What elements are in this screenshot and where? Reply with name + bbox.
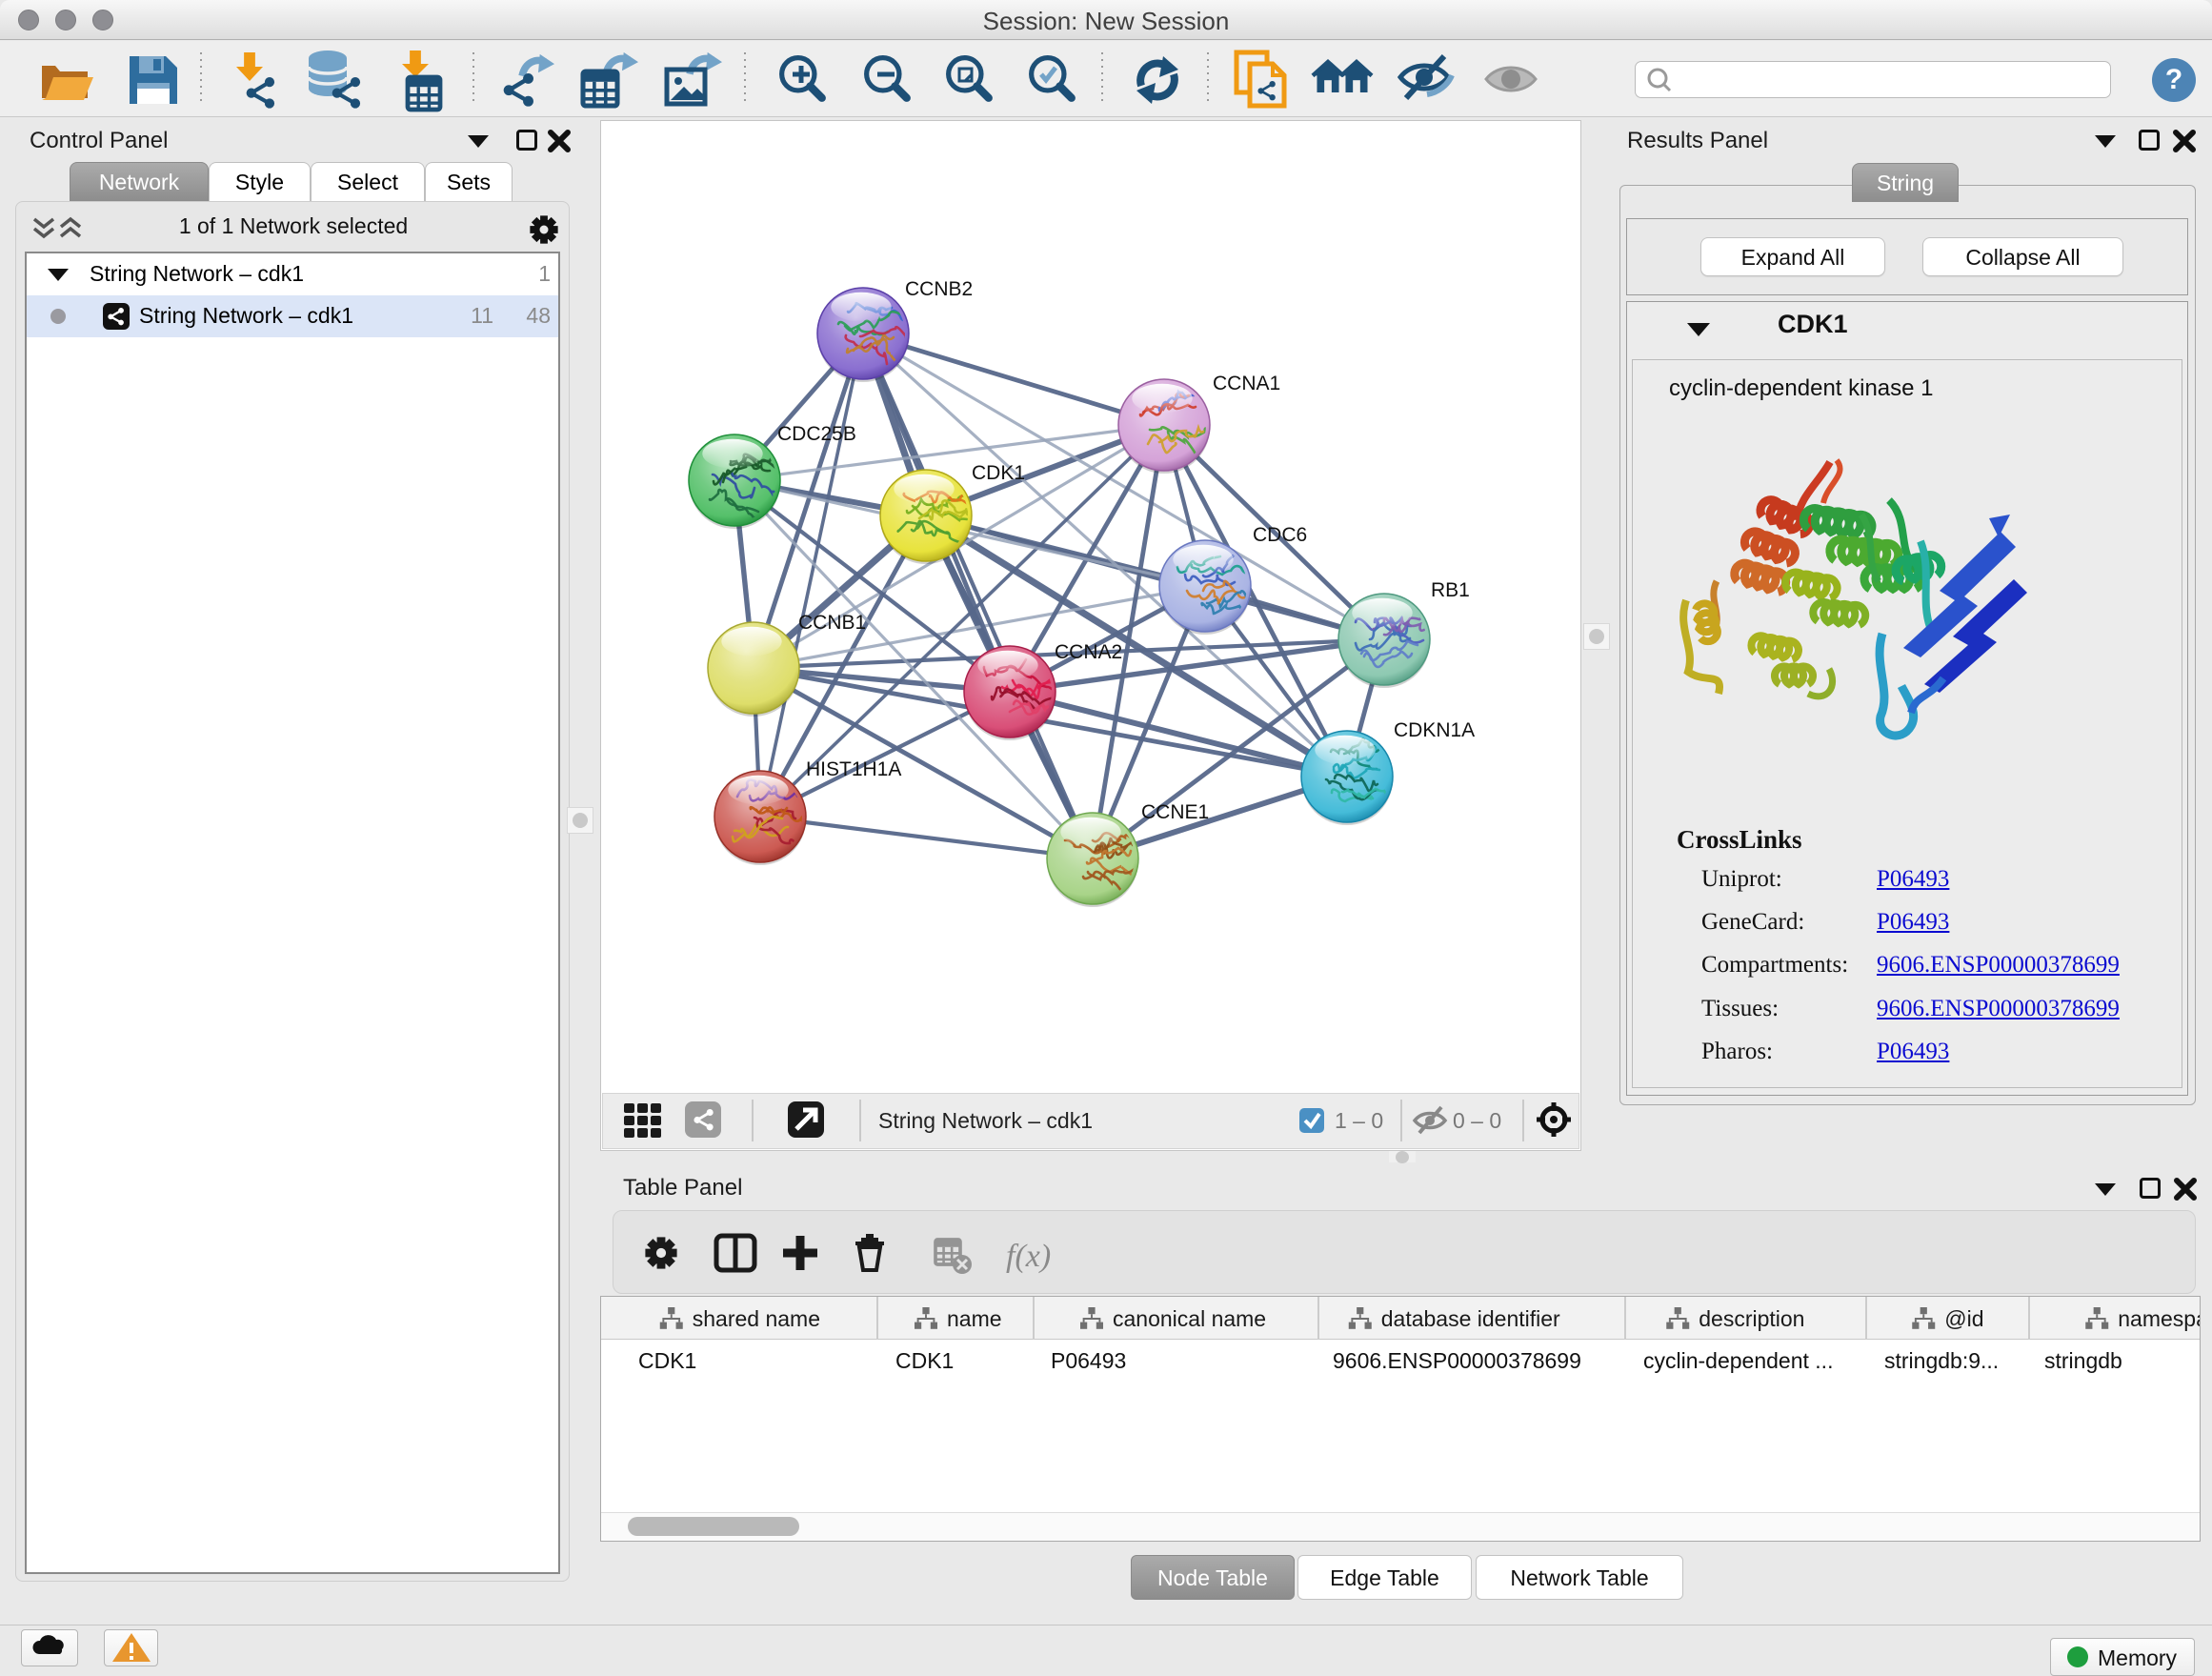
svg-text:name: name — [947, 1306, 1002, 1331]
svg-text:1 – 0: 1 – 0 — [1335, 1108, 1383, 1133]
svg-text:shared name: shared name — [693, 1306, 820, 1331]
svg-text:description: description — [1699, 1306, 1804, 1331]
svg-text:CCNA1: CCNA1 — [1213, 373, 1280, 394]
svg-text:CDKN1A: CDKN1A — [1394, 719, 1475, 741]
svg-text:CCNA2: CCNA2 — [1055, 641, 1122, 663]
svg-text:@id: @id — [1944, 1306, 1983, 1331]
svg-text:CCNB1: CCNB1 — [798, 612, 866, 634]
svg-text:CDC25B: CDC25B — [777, 423, 856, 445]
svg-text:0 – 0: 0 – 0 — [1453, 1108, 1501, 1133]
svg-text:f(x): f(x) — [1006, 1239, 1051, 1274]
svg-text:database identifier: database identifier — [1381, 1306, 1560, 1331]
svg-text:HIST1H1A: HIST1H1A — [806, 758, 901, 780]
svg-text:CDC6: CDC6 — [1253, 524, 1307, 546]
svg-text:CDK1: CDK1 — [972, 462, 1025, 484]
svg-text:RB1: RB1 — [1431, 579, 1470, 601]
svg-text:canonical name: canonical name — [1113, 1306, 1266, 1331]
svg-text:String Network – cdk1: String Network – cdk1 — [878, 1108, 1093, 1133]
svg-text:CCNE1: CCNE1 — [1141, 801, 1209, 823]
svg-text:CCNB2: CCNB2 — [905, 278, 973, 300]
svg-text:namespace: namespace — [2118, 1306, 2200, 1331]
